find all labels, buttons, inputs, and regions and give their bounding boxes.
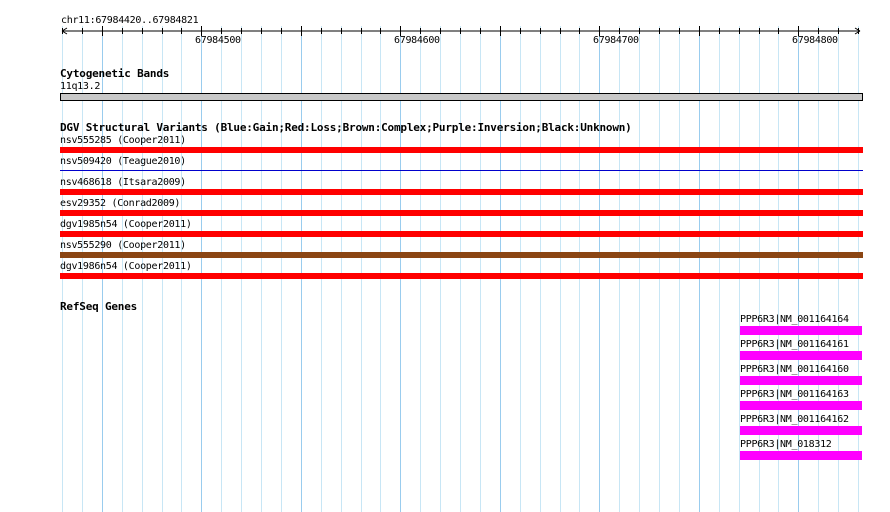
gene-label: PPP6R3|NM_001164163 (740, 389, 849, 400)
gene-label: PPP6R3|NM_001164160 (740, 364, 849, 375)
gene-label: PPP6R3|NM_001164162 (740, 414, 849, 425)
variant-label: nsv509420 (Teague2010) (60, 156, 186, 167)
variant-label: esv29352 (Conrad2009) (60, 198, 181, 209)
gene-label: PPP6R3|NM_001164161 (740, 339, 849, 350)
variant-label: nsv555285 (Cooper2011) (60, 135, 186, 146)
variant-bar-complex[interactable] (60, 252, 863, 258)
variant-bar-gain[interactable] (60, 170, 863, 171)
variant-bar-loss[interactable] (60, 273, 863, 279)
variant-bar-loss[interactable] (60, 210, 863, 216)
variant-label: nsv468618 (Itsara2009) (60, 177, 186, 188)
gene-bar[interactable] (740, 376, 862, 385)
variant-label: nsv555290 (Cooper2011) (60, 240, 186, 251)
gene-bar[interactable] (740, 401, 862, 410)
gene-bar[interactable] (740, 426, 862, 435)
cytoband-bar[interactable] (60, 93, 863, 101)
ruler-tick-label: 67984500 (195, 35, 241, 46)
ruler-tick-label: 67984700 (593, 35, 639, 46)
track-title-dgv: DGV Structural Variants (Blue:Gain;Red:L… (60, 121, 632, 134)
variant-bar-loss[interactable] (60, 231, 863, 237)
track-title-cytobands: Cytogenetic Bands (60, 67, 170, 80)
gene-bar[interactable] (740, 451, 862, 460)
variant-bar-loss[interactable] (60, 147, 863, 153)
variant-label: dgv1985n54 (Cooper2011) (60, 219, 192, 230)
cytoband-label: 11q13.2 (60, 81, 101, 92)
gene-label: PPP6R3|NM_018312 (740, 439, 832, 450)
track-title-refseq: RefSeq Genes (60, 300, 138, 313)
ruler-tick-label: 67984800 (792, 35, 838, 46)
gene-bar[interactable] (740, 351, 862, 360)
gene-label: PPP6R3|NM_001164164 (740, 314, 849, 325)
variant-label: dgv1986n54 (Cooper2011) (60, 261, 192, 272)
gene-bar[interactable] (740, 326, 862, 335)
variant-bar-loss[interactable] (60, 189, 863, 195)
ruler-tick-label: 67984600 (394, 35, 440, 46)
ruler-region-label: chr11:67984420..67984821 (61, 15, 199, 26)
